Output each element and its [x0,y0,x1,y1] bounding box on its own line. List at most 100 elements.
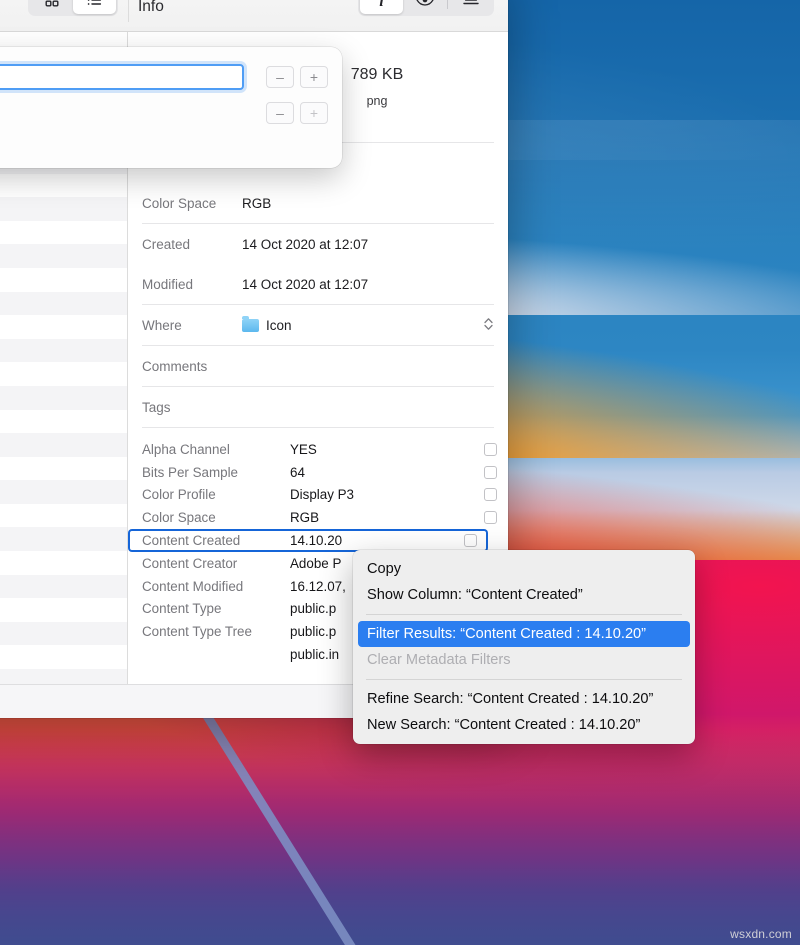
file-list-row[interactable] [0,315,127,339]
table-row[interactable]: Alpha Channel YES [128,438,508,461]
menu-item-clear-metadata-filters: Clear Metadata Filters [353,647,695,673]
inspector-segmented-control[interactable]: i [358,0,494,16]
window-title: Info [138,0,164,16]
info-row-tags[interactable]: Tags [128,387,508,427]
filter-row-active[interactable]: – + [0,59,328,95]
file-list-row[interactable] [0,197,127,221]
grid-view-button[interactable] [30,0,73,14]
file-list-row[interactable] [0,292,127,316]
menu-item-copy[interactable]: Copy [353,556,695,582]
metadata-key: Alpha Channel [142,442,290,457]
info-tab-label: i [379,0,383,11]
table-row[interactable]: Color Profile Display P3 [128,484,508,507]
metadata-checkbox-cell[interactable] [472,466,508,479]
table-row[interactable]: Color Space RGB [128,506,508,529]
info-tab-button[interactable]: i [360,0,403,14]
where-stepper-icon[interactable] [483,315,494,336]
metadata-checkbox-cell[interactable] [452,534,488,547]
file-list-row[interactable] [0,480,127,504]
menu-item-filter-results[interactable]: Filter Results: “Content Created : 14.10… [358,621,690,647]
remove-filter-button[interactable]: – [266,102,294,124]
metadata-filter-popover[interactable]: – + 14.10.20 – + d metadata value filter… [0,47,342,168]
metadata-value: YES [290,442,472,457]
metadata-key: Content Type Tree [142,624,290,639]
wallpaper-purple-base [0,730,800,945]
add-filter-button[interactable]: + [300,66,328,88]
info-row-created: Created 14 Oct 2020 at 12:07 [128,224,508,264]
more-menu-button[interactable] [449,0,492,14]
info-label: Comments [142,359,242,374]
file-list-row[interactable] [0,174,127,198]
preview-tab-button[interactable] [403,0,446,14]
metadata-checkbox-cell[interactable] [472,443,508,456]
file-list-row[interactable] [0,551,127,575]
where-folder-label: Icon [266,318,292,333]
table-row-selected[interactable]: Content Created 14.10.20 [128,529,488,552]
file-list-row[interactable] [0,645,127,669]
metadata-key: Content Created [142,533,290,548]
checkbox[interactable] [484,466,497,479]
info-value: 14 Oct 2020 at 12:07 [242,237,494,252]
list-view-button[interactable] [73,0,116,14]
metadata-checkbox-cell[interactable] [472,488,508,501]
file-list-row[interactable] [0,244,127,268]
file-list-row[interactable] [0,598,127,622]
file-list-row[interactable] [0,457,127,481]
watermark: wsxdn.com [730,927,792,941]
table-row[interactable]: Bits Per Sample 64 [128,461,508,484]
checkbox[interactable] [464,534,477,547]
file-list-row[interactable] [0,504,127,528]
metadata-value: 14.10.20 [290,533,452,548]
menu-separator [366,614,682,615]
file-list-row[interactable] [0,386,127,410]
segment-separator [447,0,448,9]
checkbox[interactable] [484,443,497,456]
filter-row-existing[interactable]: 14.10.20 – + [0,95,328,131]
info-value: 14 Oct 2020 at 12:07 [242,277,494,292]
folder-icon [242,319,259,332]
add-filter-button[interactable]: + [300,102,328,124]
checkbox[interactable] [484,488,497,501]
file-list-row[interactable] [0,339,127,363]
info-label: Created [142,237,242,252]
menu-separator [366,679,682,680]
metadata-value: Display P3 [290,487,472,502]
file-list-row[interactable] [0,362,127,386]
info-label: Color Space [142,196,242,211]
file-list-row[interactable] [0,575,127,599]
context-menu[interactable]: Copy Show Column: “Content Created” Filt… [353,550,695,744]
file-list-row[interactable] [0,622,127,646]
remove-filter-button[interactable]: – [266,66,294,88]
hamburger-icon [462,0,480,12]
filter-value-input[interactable] [0,64,244,90]
metadata-key: Content Creator [142,556,290,571]
view-mode-segmented-control[interactable] [28,0,118,16]
info-value-where[interactable]: Icon [242,318,483,333]
info-label: Modified [142,277,242,292]
file-list-row[interactable] [0,669,127,684]
info-row-comments[interactable]: Comments [128,346,508,386]
metadata-key: Content Type [142,601,290,616]
filter-existing-value: 14.10.20 [0,106,244,121]
grid-view-icon [44,0,60,13]
metadata-value: 64 [290,465,472,480]
metadata-key: Content Modified [142,579,290,594]
info-row-where[interactable]: Where Icon [128,305,508,345]
metadata-key: Color Space [142,510,290,525]
toolbar-divider [128,0,129,22]
file-list-row[interactable] [0,221,127,245]
filter-popover-hint: d metadata value filters. [0,131,328,149]
metadata-checkbox-cell[interactable] [472,511,508,524]
checkbox[interactable] [484,511,497,524]
menu-item-show-column[interactable]: Show Column: “Content Created” [353,582,695,608]
file-list-row[interactable] [0,268,127,292]
menu-item-new-search[interactable]: New Search: “Content Created : 14.10.20” [353,712,695,738]
metadata-key: Color Profile [142,487,290,502]
file-list-row[interactable] [0,527,127,551]
file-list-row[interactable] [0,410,127,434]
info-label: Tags [142,400,242,415]
list-view-icon [86,0,103,13]
menu-item-refine-search[interactable]: Refine Search: “Content Created : 14.10.… [353,686,695,712]
info-label: Where [142,318,242,333]
file-list-row[interactable] [0,433,127,457]
